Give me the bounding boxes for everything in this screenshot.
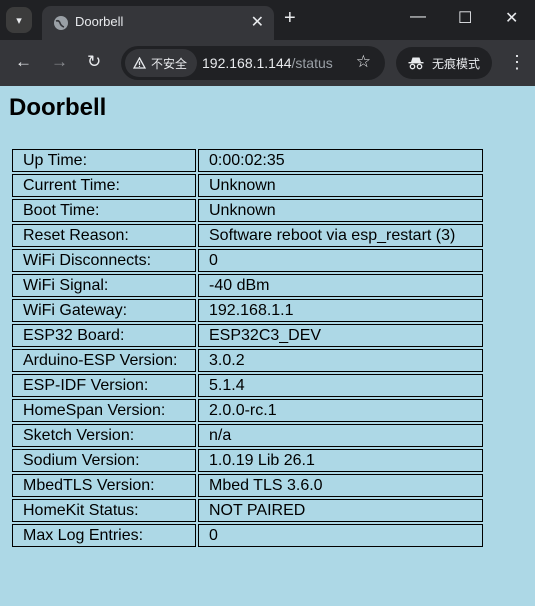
tab-title: Doorbell bbox=[75, 14, 124, 29]
table-row: ESP-IDF Version: 5.1.4 bbox=[12, 374, 483, 397]
row-label: Max Log Entries: bbox=[12, 524, 196, 547]
row-value: Unknown bbox=[198, 199, 483, 222]
incognito-icon bbox=[408, 57, 424, 70]
table-row: HomeSpan Version: 2.0.0-rc.1 bbox=[12, 399, 483, 422]
table-row: WiFi Signal: -40 dBm bbox=[12, 274, 483, 297]
row-label: WiFi Gateway: bbox=[12, 299, 196, 322]
row-value: 0 bbox=[198, 524, 483, 547]
url-text: 192.168.1.144/status bbox=[202, 55, 333, 71]
row-value: 1.0.19 Lib 26.1 bbox=[198, 449, 483, 472]
row-label: Up Time: bbox=[12, 149, 196, 172]
reload-icon[interactable]: ↻ bbox=[87, 52, 101, 72]
row-label: WiFi Disconnects: bbox=[12, 249, 196, 272]
row-value: NOT PAIRED bbox=[198, 499, 483, 522]
table-row: Sketch Version: n/a bbox=[12, 424, 483, 447]
table-row: Max Log Entries: 0 bbox=[12, 524, 483, 547]
row-value: Mbed TLS 3.6.0 bbox=[198, 474, 483, 497]
table-row: WiFi Disconnects: 0 bbox=[12, 249, 483, 272]
minimize-icon[interactable]: — bbox=[410, 8, 426, 26]
security-chip[interactable]: 不安全 bbox=[125, 49, 197, 77]
table-row: HomeKit Status: NOT PAIRED bbox=[12, 499, 483, 522]
more-menu-icon[interactable]: ⋮ bbox=[508, 52, 526, 73]
row-value: Unknown bbox=[198, 174, 483, 197]
table-row: MbedTLS Version: Mbed TLS 3.6.0 bbox=[12, 474, 483, 497]
row-value: 0:00:02:35 bbox=[198, 149, 483, 172]
new-tab-icon[interactable]: + bbox=[284, 7, 296, 30]
row-value: -40 dBm bbox=[198, 274, 483, 297]
row-label: ESP-IDF Version: bbox=[12, 374, 196, 397]
back-arrow-icon[interactable]: ← bbox=[15, 52, 32, 72]
row-label: Boot Time: bbox=[12, 199, 196, 222]
row-label: Sketch Version: bbox=[12, 424, 196, 447]
forward-arrow-icon[interactable]: → bbox=[51, 52, 68, 72]
table-row: WiFi Gateway: 192.168.1.1 bbox=[12, 299, 483, 322]
incognito-button[interactable]: 无痕模式 bbox=[396, 47, 492, 79]
table-row: Current Time: Unknown bbox=[12, 174, 483, 197]
tab-strip: ▾ Doorbell ✕ + — ☐ ✕ bbox=[0, 0, 535, 40]
bookmark-star-icon[interactable]: ☆ bbox=[356, 52, 371, 72]
row-value: 2.0.0-rc.1 bbox=[198, 399, 483, 422]
row-label: Sodium Version: bbox=[12, 449, 196, 472]
page-content: Doorbell Up Time: 0:00:02:35 Current Time:… bbox=[0, 86, 535, 606]
tab-search-button[interactable]: ▾ bbox=[6, 7, 32, 33]
incognito-label: 无痕模式 bbox=[432, 56, 481, 71]
status-table: Up Time: 0:00:02:35 Current Time: Unknown Bo… bbox=[10, 147, 485, 549]
row-value: 5.1.4 bbox=[198, 374, 483, 397]
row-label: Current Time: bbox=[12, 174, 196, 197]
row-label: HomeKit Status: bbox=[12, 499, 196, 522]
table-row: Sodium Version: 1.0.19 Lib 26.1 bbox=[12, 449, 483, 472]
url-path: /status bbox=[291, 55, 333, 71]
table-row: Arduino-ESP Version: 3.0.2 bbox=[12, 349, 483, 372]
security-label: 不安全 bbox=[151, 56, 188, 71]
status-table-body: Up Time: 0:00:02:35 Current Time: Unknown Bo… bbox=[12, 149, 483, 547]
row-value: ESP32C3_DEV bbox=[198, 324, 483, 347]
row-label: Arduino-ESP Version: bbox=[12, 349, 196, 372]
globe-icon bbox=[54, 16, 68, 30]
row-value: 192.168.1.1 bbox=[198, 299, 483, 322]
table-row: Up Time: 0:00:02:35 bbox=[12, 149, 483, 172]
address-bar[interactable]: 不安全 192.168.1.144/status ☆ bbox=[121, 46, 385, 80]
row-value: Software reboot via esp_restart (3) bbox=[198, 224, 483, 247]
maximize-icon[interactable]: ☐ bbox=[458, 8, 472, 28]
chevron-down-icon: ▾ bbox=[16, 14, 22, 27]
row-value: 0 bbox=[198, 249, 483, 272]
table-row: Reset Reason: Software reboot via esp_res… bbox=[12, 224, 483, 247]
table-row: ESP32 Board: ESP32C3_DEV bbox=[12, 324, 483, 347]
page-title: Doorbell bbox=[9, 94, 107, 121]
row-value: n/a bbox=[198, 424, 483, 447]
row-label: WiFi Signal: bbox=[12, 274, 196, 297]
row-label: HomeSpan Version: bbox=[12, 399, 196, 422]
row-label: ESP32 Board: bbox=[12, 324, 196, 347]
row-label: MbedTLS Version: bbox=[12, 474, 196, 497]
close-tab-icon[interactable]: ✕ bbox=[251, 12, 264, 32]
window-close-icon[interactable]: ✕ bbox=[505, 8, 518, 28]
url-host: 192.168.1.144 bbox=[202, 55, 292, 71]
warning-icon bbox=[133, 57, 146, 69]
row-label: Reset Reason: bbox=[12, 224, 196, 247]
row-value: 3.0.2 bbox=[198, 349, 483, 372]
browser-tab[interactable]: Doorbell ✕ bbox=[42, 6, 274, 40]
table-row: Boot Time: Unknown bbox=[12, 199, 483, 222]
browser-toolbar: ← → ↻ 不安全 192.168.1.144/status ☆ 无痕模式 ⋮ bbox=[0, 40, 535, 86]
